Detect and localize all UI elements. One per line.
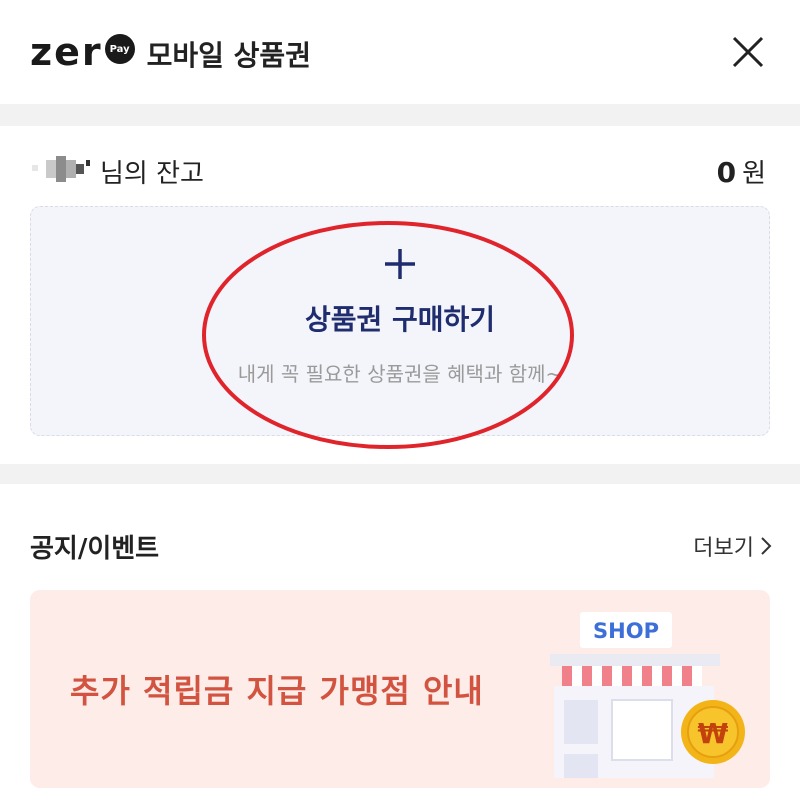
event-banner[interactable]: 추가 적립금 지급 가맹점 안내 SHOP ₩ — [30, 590, 770, 788]
balance-amount: 0원 — [717, 153, 766, 190]
balance-currency: 원 — [742, 159, 766, 189]
plus-icon — [385, 249, 415, 279]
chevron-right-icon — [761, 537, 772, 555]
purchase-subtitle: 내게 꼭 필요한 상품권을 혜택과 함께~ — [237, 362, 563, 386]
more-link[interactable]: 더보기 — [693, 530, 772, 562]
close-icon[interactable] — [730, 34, 766, 70]
balance-value: 0 — [716, 156, 737, 189]
more-label: 더보기 — [693, 536, 754, 561]
section-divider — [0, 104, 800, 126]
page-title: 모바일 상품권 — [146, 39, 311, 72]
masked-username — [32, 156, 90, 182]
balance-label: 님의 잔고 — [100, 159, 204, 189]
notice-title: 공지/이벤트 — [30, 534, 160, 564]
shop-illustration: SHOP ₩ — [550, 612, 745, 778]
banner-text: 추가 적립금 지급 가맹점 안내 — [70, 672, 484, 710]
zeropay-logo: zer Pay 모바일 상품권 — [30, 30, 311, 74]
shop-sign-text: SHOP — [593, 619, 659, 643]
logo-wordmark: zer — [30, 30, 103, 74]
coin-symbol: ₩ — [698, 717, 729, 750]
purchase-title: 상품권 구매하기 — [304, 303, 496, 336]
section-divider — [0, 464, 800, 484]
logo-pay-badge: Pay — [104, 34, 135, 64]
app-header: zer Pay 모바일 상품권 — [0, 0, 800, 104]
